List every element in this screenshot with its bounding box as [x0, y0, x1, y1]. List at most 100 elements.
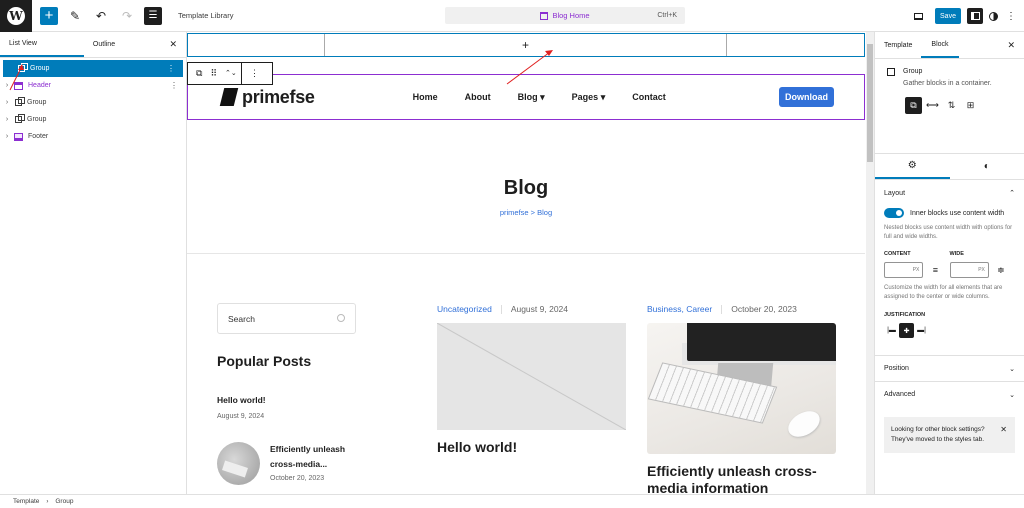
variation-row-icon[interactable]: ⟷ — [924, 97, 941, 114]
site-title[interactable]: primefse — [242, 87, 315, 108]
close-icon[interactable]: ✕ — [1007, 40, 1015, 51]
tab-list-view[interactable]: List View — [0, 32, 84, 57]
post-card[interactable]: Uncategorized August 9, 2024 Hello world… — [437, 304, 626, 456]
breadcrumb-group[interactable]: Group — [55, 498, 73, 505]
post-title[interactable]: Efficiently unleash cross-media informat… — [647, 463, 832, 494]
document-overview-button[interactable]: ☰ — [144, 6, 162, 25]
post-category[interactable]: Uncategorized — [437, 304, 492, 314]
header-template-part-icon — [14, 81, 23, 90]
list-item-label: Footer — [28, 133, 49, 140]
nav-blog[interactable]: Blog ▾ — [518, 92, 545, 103]
editor-canvas[interactable]: + ⧉ ⠿ ⌃⌄ ⋮ primefse Home About Blog ▾ Pa… — [187, 32, 866, 494]
advanced-title: Advanced — [884, 391, 916, 398]
block-options-icon[interactable]: ⋮ — [250, 68, 259, 79]
list-item-footer[interactable]: › Footer — [0, 128, 186, 145]
settings-sidebar: Template Block ✕ Group Gather blocks in … — [874, 32, 1024, 494]
justify-right-icon[interactable]: ▬| — [914, 323, 929, 338]
editor-top-bar: W + ✎ ↶ ↷ ☰ Template Library Blog Home C… — [0, 0, 1024, 32]
featured-image[interactable] — [647, 323, 836, 454]
justification-label: JUSTIFICATION — [884, 312, 926, 318]
edit-tools-icon[interactable]: ✎ — [66, 7, 84, 25]
site-logo-icon[interactable] — [219, 88, 239, 106]
styles-tab-contrast-icon[interactable]: ◐ — [950, 154, 1024, 179]
selected-group-block[interactable]: + — [187, 33, 865, 57]
nav-contact[interactable]: Contact — [632, 92, 666, 103]
block-inserter-button[interactable]: + — [40, 6, 58, 25]
chevron-up-icon[interactable]: ⌃ — [1009, 189, 1015, 197]
wordpress-logo-button[interactable]: W — [0, 0, 32, 32]
options-menu-icon[interactable]: ⋮ — [1006, 11, 1016, 22]
expand-chevron[interactable]: › — [0, 82, 14, 89]
content-width-toggle[interactable] — [884, 208, 904, 218]
nav-about[interactable]: About — [465, 92, 491, 103]
search-placeholder: Search — [228, 313, 255, 324]
content-width-input[interactable]: PX — [884, 262, 924, 278]
tab-outline[interactable]: Outline — [84, 32, 124, 57]
popular-posts-heading[interactable]: Popular Posts — [217, 353, 311, 369]
wide-width-input[interactable]: PX — [949, 262, 989, 278]
post-category[interactable]: Business, Career — [647, 304, 712, 314]
post-card[interactable]: Business, Career October 20, 2023 Effici… — [647, 304, 836, 494]
list-item-label: Header — [28, 82, 51, 89]
placeholder-diagonal-icon — [437, 323, 626, 430]
block-card: Group Gather blocks in a container. ⧉ ⟷ … — [875, 59, 1024, 154]
dismiss-notice-icon[interactable]: ✕ — [1000, 425, 1007, 435]
layout-panel-title[interactable]: Layout — [884, 190, 905, 197]
list-item-group[interactable]: Group ⋮ — [3, 60, 183, 77]
styles-icon[interactable] — [989, 11, 998, 21]
scrollbar-thumb[interactable] — [867, 44, 873, 162]
group-column[interactable] — [727, 34, 864, 56]
page-hero: Blog primefse > Blog — [187, 177, 865, 217]
nav-pages[interactable]: Pages ▾ — [572, 92, 606, 103]
advanced-panel-toggle[interactable]: Advanced ⌄ — [875, 381, 1024, 407]
list-item-group[interactable]: › Group — [0, 94, 186, 111]
list-item-group[interactable]: › Group — [0, 111, 186, 128]
settings-sidebar-toggle[interactable] — [967, 8, 983, 24]
move-up-down-icon[interactable]: ⌃⌄ — [225, 70, 237, 77]
expand-chevron[interactable]: › — [0, 116, 14, 123]
site-breadcrumb[interactable]: primefse > Blog — [187, 208, 865, 217]
close-icon[interactable]: ✕ — [169, 39, 177, 50]
tab-template[interactable]: Template — [875, 32, 921, 58]
select-parent-icon[interactable]: ⧉ — [196, 68, 202, 79]
list-view-panel: List View Outline ✕ Group ⋮ › Header ⋮ ›… — [0, 32, 187, 494]
popular-post-title[interactable]: Efficiently unleash cross-media... — [270, 442, 370, 472]
list-item-label: Group — [27, 99, 47, 106]
group-column[interactable] — [188, 34, 325, 56]
add-block-button[interactable]: + — [325, 34, 727, 56]
search-icon[interactable] — [337, 314, 345, 322]
variation-group-icon[interactable]: ⧉ — [905, 97, 922, 114]
justify-center-icon[interactable]: ✚ — [899, 323, 914, 338]
download-button[interactable]: Download — [779, 87, 834, 107]
search-input[interactable]: Search — [217, 303, 356, 334]
item-options-icon[interactable]: ⋮ — [170, 81, 178, 90]
canvas-scrollbar[interactable] — [866, 32, 874, 494]
site-header-template-part[interactable]: primefse Home About Blog ▾ Pages ▾ Conta… — [187, 74, 865, 120]
device-preview-icon[interactable] — [914, 12, 923, 20]
featured-image-placeholder[interactable] — [437, 323, 626, 430]
list-item-header[interactable]: › Header ⋮ — [0, 77, 186, 94]
breadcrumb-template[interactable]: Template — [13, 498, 39, 505]
nav-home[interactable]: Home — [413, 92, 438, 103]
template-library-link[interactable]: Template Library — [178, 11, 233, 20]
expand-chevron[interactable]: › — [0, 133, 14, 140]
popular-post-title[interactable]: Hello world! — [217, 395, 266, 405]
block-toolbar: ⧉ ⠿ ⌃⌄ ⋮ — [187, 62, 273, 85]
page-title[interactable]: Blog — [187, 177, 865, 200]
item-options-icon[interactable]: ⋮ — [167, 64, 175, 73]
save-button[interactable]: Save — [935, 8, 961, 24]
settings-tab-gear-icon[interactable]: ⚙ — [875, 154, 950, 179]
undo-icon[interactable]: ↶ — [92, 7, 110, 25]
tab-block[interactable]: Block — [921, 32, 959, 58]
position-panel-toggle[interactable]: Position ⌄ — [875, 355, 1024, 381]
command-palette-button[interactable]: Blog Home Ctrl+K — [445, 7, 685, 24]
post-title[interactable]: Hello world! — [437, 439, 626, 456]
redo-icon[interactable]: ↷ — [118, 7, 136, 25]
content-width-icon: ≡ — [932, 265, 939, 275]
popular-post-thumbnail[interactable] — [217, 442, 260, 485]
justify-left-icon[interactable]: |▬ — [884, 323, 899, 338]
drag-handle-icon[interactable]: ⠿ — [210, 68, 217, 79]
expand-chevron[interactable]: › — [0, 99, 14, 106]
variation-grid-icon[interactable]: ⊞ — [962, 97, 979, 114]
variation-stack-icon[interactable]: ⇅ — [943, 97, 960, 114]
